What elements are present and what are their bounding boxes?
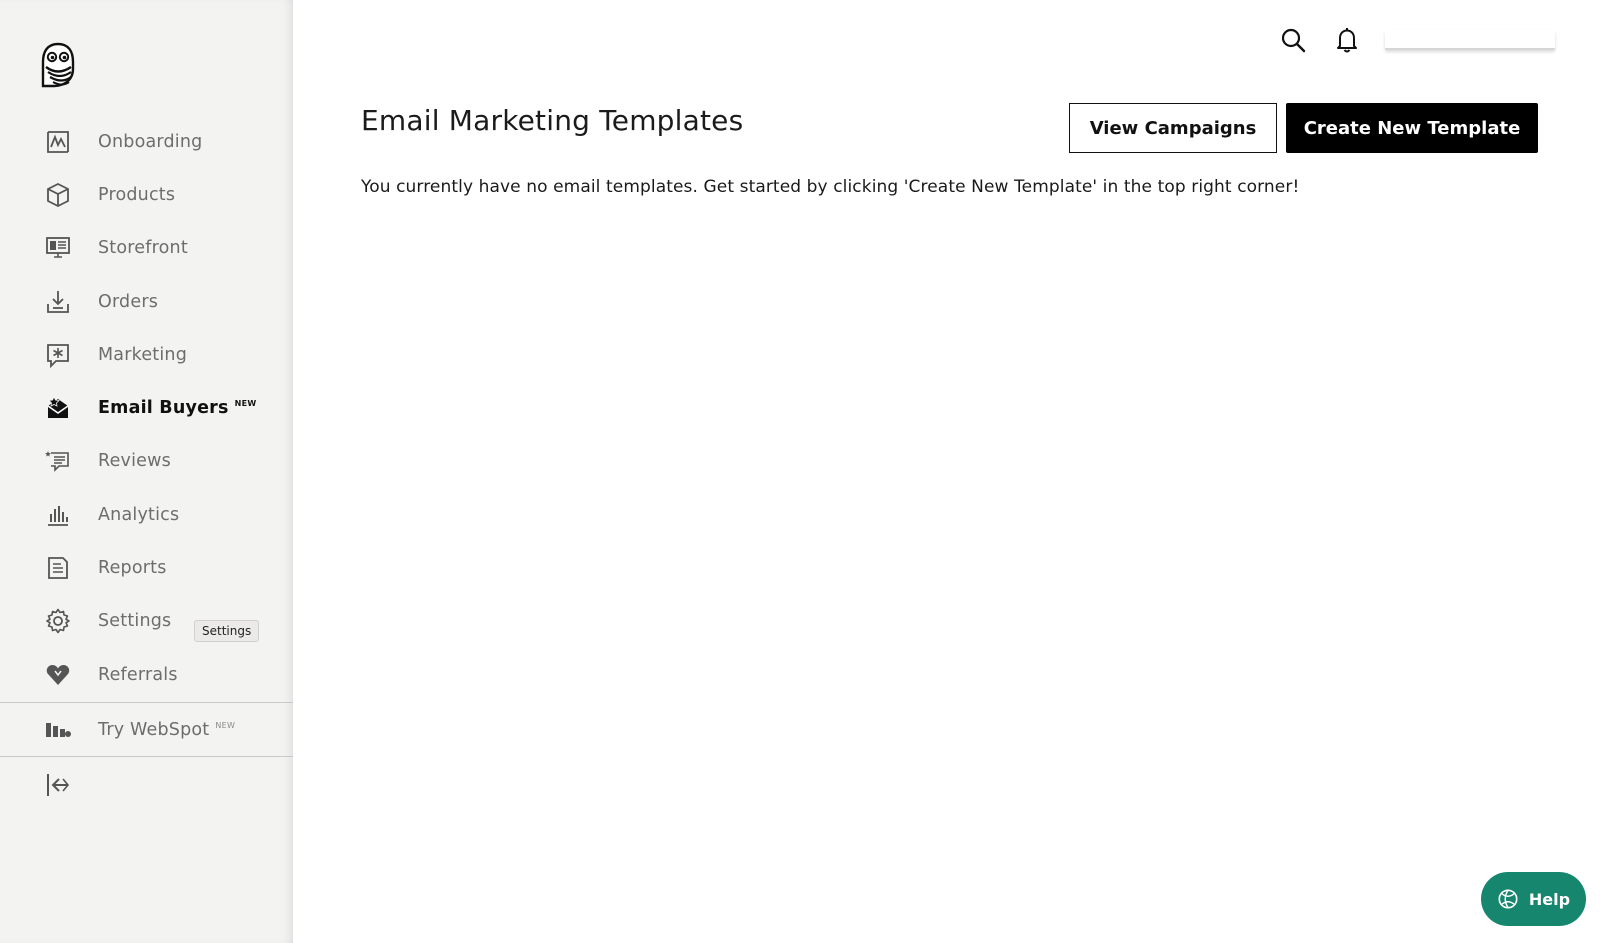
app-root: Onboarding Products Storefront Orders Ma…	[0, 0, 1600, 943]
sidebar-item-label: Settings	[98, 611, 172, 632]
sidebar-item-label: Reviews	[98, 451, 171, 472]
new-badge: NEW	[215, 720, 236, 730]
create-new-template-button[interactable]: Create New Template	[1286, 103, 1538, 153]
review-list-icon	[44, 447, 72, 475]
page-title: Email Marketing Templates	[361, 104, 744, 137]
sidebar-item-referrals[interactable]: Referrals	[0, 648, 293, 701]
sidebar-item-label: Reports	[98, 558, 167, 579]
sidebar-item-marketing[interactable]: Marketing	[0, 328, 293, 381]
sidebar-item-analytics[interactable]: Analytics	[0, 488, 293, 541]
sidebar-item-reviews[interactable]: Reviews	[0, 435, 293, 488]
view-campaigns-button[interactable]: View Campaigns	[1069, 103, 1277, 153]
settings-tooltip: Settings	[194, 620, 260, 642]
owl-logo-icon[interactable]	[40, 42, 76, 90]
sidebar-item-label: Onboarding	[98, 131, 203, 152]
box-icon	[44, 181, 72, 209]
webspot-label: Try WebSpot NEW	[98, 720, 235, 740]
chart-frame-icon	[44, 128, 72, 156]
help-button[interactable]: Help	[1481, 872, 1586, 926]
sidebar-item-label: Email Buyers NEW	[98, 398, 257, 418]
sidebar-nav: Onboarding Products Storefront Orders Ma…	[0, 115, 293, 701]
download-tray-icon	[44, 288, 72, 316]
sidebar-item-text: Email Buyers	[98, 398, 229, 419]
gear-icon	[44, 607, 72, 635]
sidebar: Onboarding Products Storefront Orders Ma…	[0, 0, 293, 943]
sidebar-item-products[interactable]: Products	[0, 168, 293, 221]
sidebar-item-label: Marketing	[98, 344, 188, 365]
sidebar-item-orders[interactable]: Orders	[0, 275, 293, 328]
sidebar-item-label: Products	[98, 184, 176, 205]
empty-state-message: You currently have no email templates. G…	[361, 177, 1300, 197]
sidebar-item-label: Analytics	[98, 504, 180, 525]
sidebar-divider	[0, 756, 293, 757]
webspot-text: Try WebSpot	[98, 719, 210, 740]
bar-chart-icon	[44, 501, 72, 529]
sidebar-item-onboarding[interactable]: Onboarding	[0, 115, 293, 168]
new-badge: NEW	[234, 399, 257, 409]
help-label: Help	[1528, 889, 1571, 909]
star-message-icon	[44, 341, 72, 369]
sidebar-item-label: Storefront	[98, 238, 188, 259]
account-menu-button[interactable]	[1385, 30, 1555, 50]
bell-icon[interactable]	[1333, 26, 1361, 54]
document-icon	[44, 554, 72, 582]
sidebar-item-reports[interactable]: Reports	[0, 541, 293, 594]
sidebar-item-email-buyers[interactable]: Email Buyers NEW	[0, 381, 293, 434]
search-icon[interactable]	[1279, 26, 1307, 54]
sidebar-item-label: Orders	[98, 291, 159, 312]
webspot-icon	[44, 716, 72, 744]
logout-icon[interactable]	[44, 771, 72, 799]
envelope-icon	[44, 394, 72, 422]
monitor-icon	[44, 234, 72, 262]
sidebar-item-label: Referrals	[98, 664, 178, 685]
try-webspot-link[interactable]: Try WebSpot NEW	[0, 703, 293, 756]
heart-tag-icon	[44, 661, 72, 689]
sidebar-item-storefront[interactable]: Storefront	[0, 222, 293, 275]
globe-icon	[1498, 889, 1518, 909]
